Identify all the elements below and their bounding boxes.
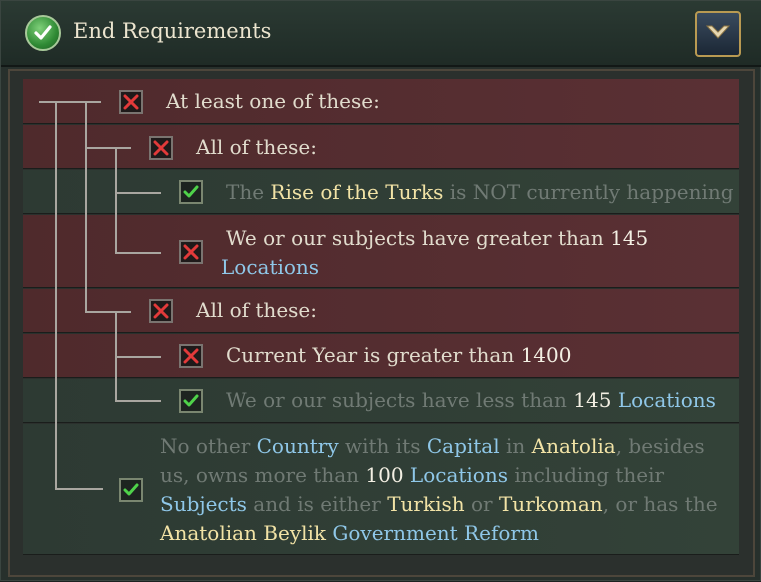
requirement-label: We or our subjects have greater than 145 [226, 226, 649, 250]
turkish-link: Turkish [387, 492, 465, 516]
failed-x-icon [179, 344, 203, 368]
requirement-label: We or our subjects have less than 145 Lo… [226, 388, 716, 412]
failed-x-icon [149, 299, 173, 323]
locations-link: Locations [409, 463, 508, 487]
requirement-label: All of these: [196, 135, 317, 159]
subjects-link: Subjects [160, 492, 247, 516]
requirement-row-group2: All of these: [23, 289, 739, 333]
turkoman-link: Turkoman [498, 492, 603, 516]
event-link: Rise of the Turks [270, 180, 444, 204]
requirement-label: At least one of these: [166, 89, 380, 113]
requirement-row-anatolia: No other Country with its Capital in Ana… [23, 424, 739, 555]
requirement-label: The Rise of the Turks is NOT currently h… [226, 180, 734, 204]
chevron-down-icon [705, 23, 731, 45]
requirement-label: All of these: [196, 298, 317, 322]
requirements-panel: End Requirements At least one of these: … [0, 0, 761, 581]
requirement-row-rise-of-turks: The Rise of the Turks is NOT currently h… [23, 170, 739, 214]
met-check-icon [119, 478, 143, 502]
requirement-label: Current Year is greater than 1400 [226, 343, 572, 367]
requirement-row-less-locations: We or our subjects have less than 145 Lo… [23, 379, 739, 423]
country-link: Country [256, 434, 339, 458]
requirement-row-current-year: Current Year is greater than 1400 [23, 334, 739, 378]
requirement-label-cont: Locations [221, 253, 319, 282]
locations-link: Locations [617, 388, 716, 412]
anatolia-link: Anatolia [531, 434, 616, 458]
met-check-icon [179, 180, 203, 204]
requirement-row-more-locations: We or our subjects have greater than 145… [23, 215, 739, 288]
failed-x-icon [119, 90, 143, 114]
green-check-icon [25, 15, 61, 51]
failed-x-icon [149, 136, 173, 160]
collapse-button[interactable] [695, 11, 741, 57]
title-bar: End Requirements [1, 1, 761, 67]
requirement-row-group1: All of these: [23, 125, 739, 169]
locations-link: Locations [221, 255, 320, 279]
anatolian-beylik-link: Anatolian Beylik [160, 521, 327, 545]
met-check-icon [179, 389, 203, 413]
requirement-row-root: At least one of these: [23, 79, 739, 124]
requirement-label: No other Country with its Capital in Ana… [160, 434, 718, 545]
panel-title: End Requirements [73, 19, 272, 43]
failed-x-icon [179, 240, 203, 264]
capital-link: Capital [426, 434, 500, 458]
government-reform-link: Government Reform [332, 521, 539, 545]
